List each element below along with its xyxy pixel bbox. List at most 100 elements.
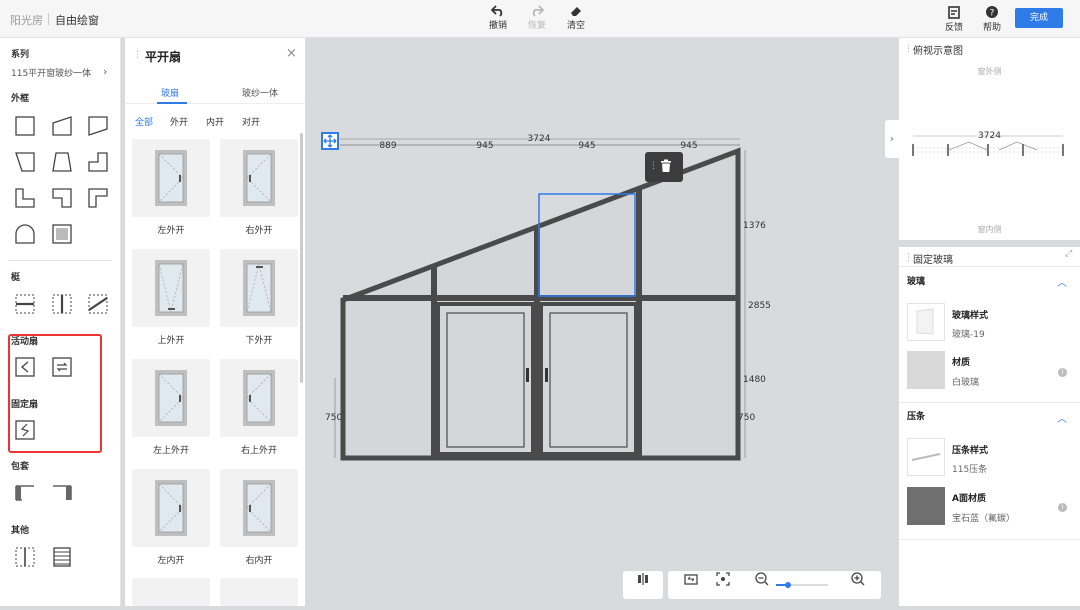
redo-button[interactable]: 恢复 [520, 5, 554, 35]
properties-panel: ⋮ 固定玻璃 ⤢ 玻璃 ︿ 玻璃样式 玻璃-19 材质 白玻璃 i 压条 ︿ 压… [899, 247, 1080, 606]
other-louver-icon[interactable] [50, 545, 74, 569]
fit-screen-icon[interactable] [683, 571, 699, 587]
align-center-icon[interactable] [635, 571, 651, 587]
mullion-diagonal-icon[interactable] [86, 292, 110, 316]
divider [899, 539, 1080, 540]
sliding-sash-icon[interactable] [50, 355, 74, 379]
dim-right-4: 750 [738, 413, 755, 423]
sash-card-label: 左上外开 [152, 446, 189, 456]
collapse-right-tab[interactable]: › [885, 120, 899, 158]
series-value[interactable]: 115平开窗玻纱一体 [11, 66, 91, 79]
casing-left-icon[interactable] [13, 481, 37, 505]
chevron-up-icon[interactable]: ︿ [1057, 410, 1067, 425]
sash-card-left-in[interactable] [132, 469, 210, 547]
redo-icon [532, 5, 544, 17]
close-icon[interactable]: × [286, 46, 297, 61]
sash-card-top-out[interactable] [132, 249, 210, 327]
frame-l-shape-icon[interactable] [13, 186, 37, 210]
drag-handle-icon[interactable]: ⋮ [649, 161, 658, 171]
zoom-slider-thumb[interactable] [785, 582, 791, 588]
glass-style-value[interactable]: 玻璃-19 [952, 327, 985, 340]
expand-icon[interactable]: ⤢ [1065, 249, 1072, 259]
material-value[interactable]: 白玻璃 [952, 375, 979, 388]
drag-handle-icon[interactable]: ⋮ [904, 253, 913, 263]
clear-button[interactable]: 清空 [559, 5, 593, 35]
fixed-sash-icon[interactable] [13, 418, 37, 442]
chevron-up-icon[interactable]: ︿ [1057, 274, 1067, 289]
sash-card-right-top-out[interactable] [220, 359, 298, 437]
move-handle-icon[interactable] [321, 132, 339, 150]
drawing-canvas[interactable]: 889 945 945 945 3724 1376 2855 1480 750 … [305, 38, 898, 606]
sash-card-left-out[interactable] [132, 139, 210, 217]
bead-style-value[interactable]: 115压条 [952, 462, 987, 475]
undo-button[interactable]: 撤销 [481, 5, 515, 35]
sash-card-partial[interactable] [220, 578, 298, 606]
frame-rect-icon[interactable] [13, 114, 37, 138]
redo-label: 恢复 [527, 21, 546, 31]
active-sash-title: 活动扇 [11, 337, 39, 347]
filter-outward[interactable]: 外开 [170, 115, 188, 128]
sash-card-right-out[interactable] [220, 139, 298, 217]
help-button[interactable]: ? 帮助 [975, 5, 1009, 35]
drag-handle-icon[interactable]: ⋮ [904, 44, 913, 54]
tab-glass-screen[interactable]: 玻纱一体 [242, 86, 278, 99]
active-sash-icon[interactable] [13, 355, 37, 379]
a-material-swatch[interactable] [907, 487, 945, 525]
dim-right-1: 1376 [743, 221, 766, 231]
mullion-horizontal-icon[interactable] [13, 292, 37, 316]
zoom-in-icon[interactable] [850, 571, 866, 587]
section-divider [8, 260, 112, 261]
sash-panel: ⋮ 平开扇 × 玻扇 玻纱一体 全部 外开 内开 对开 左外开 右外开 上外开 下外开… [125, 38, 305, 606]
frame-slope-right-icon[interactable] [86, 114, 110, 138]
info-icon[interactable]: i [1058, 368, 1067, 377]
sash-card-label: 上外开 [157, 336, 185, 346]
frame-arch-icon[interactable] [13, 222, 37, 246]
clear-label: 清空 [566, 21, 585, 31]
sash-card-right-in[interactable] [220, 469, 298, 547]
other-split-icon[interactable] [13, 545, 37, 569]
frame-trapezoid-left-icon[interactable] [13, 150, 37, 174]
window-drawing[interactable]: 889 945 945 945 3724 1376 2855 1480 750 … [305, 38, 898, 606]
frame-slope-left-icon[interactable] [50, 114, 74, 138]
trash-icon[interactable] [660, 159, 672, 173]
divider [899, 402, 1080, 403]
sash-card-left-top-out[interactable] [132, 359, 210, 437]
sash-card-partial[interactable] [132, 578, 210, 606]
breadcrumb-current: 自由绘窗 [55, 14, 99, 27]
mullion-vertical-icon[interactable] [50, 292, 74, 316]
divider [899, 266, 1080, 267]
frame-trapezoid-icon[interactable] [50, 150, 74, 174]
casing-right-icon[interactable] [50, 481, 74, 505]
sash-card-label: 下外开 [245, 336, 273, 346]
info-icon[interactable]: i [1058, 503, 1067, 512]
filter-double[interactable]: 对开 [242, 115, 260, 128]
material-swatch[interactable] [907, 351, 945, 389]
frame-step-icon[interactable] [86, 150, 110, 174]
feedback-button[interactable]: 反馈 [937, 5, 971, 35]
chevron-right-icon[interactable]: › [103, 65, 107, 78]
focus-icon[interactable] [715, 571, 731, 587]
zoom-out-icon[interactable] [754, 571, 770, 587]
zoom-slider-track[interactable] [776, 582, 828, 588]
sash-card-bottom-out[interactable] [220, 249, 298, 327]
bead-style-thumbnail[interactable] [907, 438, 945, 476]
glass-style-thumbnail[interactable] [907, 303, 945, 341]
window-top-out-icon [155, 260, 187, 316]
door-handle[interactable] [526, 368, 529, 382]
done-button[interactable]: 完成 [1015, 8, 1063, 28]
breadcrumb-root[interactable]: 阳光房 [10, 12, 43, 28]
a-material-value[interactable]: 宝石蓝（氟碳） [952, 511, 1015, 524]
chevron-right-icon: › [889, 132, 895, 145]
panel-tabs: 玻扇 玻纱一体 [125, 82, 305, 104]
door-handle[interactable] [545, 368, 548, 382]
drag-handle-icon[interactable]: ⋮ [133, 50, 142, 60]
filter-inward[interactable]: 内开 [206, 115, 224, 128]
frame-fixed-glass-icon[interactable] [50, 222, 74, 246]
dim-top-1: 889 [379, 141, 396, 151]
tab-glass-sash[interactable]: 玻扇 [161, 86, 179, 99]
frame-notch-icon[interactable] [50, 186, 74, 210]
panel-scrollbar[interactable] [300, 133, 303, 383]
move-arrows-icon [323, 134, 337, 148]
frame-corner-icon[interactable] [86, 186, 110, 210]
filter-all[interactable]: 全部 [135, 115, 153, 128]
